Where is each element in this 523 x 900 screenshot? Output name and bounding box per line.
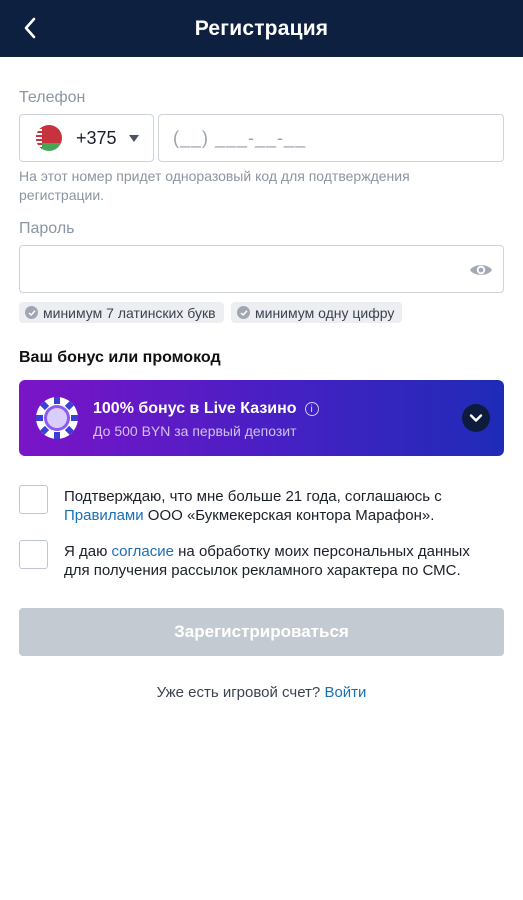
consent-link[interactable]: согласие xyxy=(112,543,174,560)
bonus-title-text: 100% бонус в Live Казино xyxy=(93,400,297,417)
show-password-button[interactable] xyxy=(469,258,493,282)
consent-text-part: Я даю xyxy=(64,543,112,560)
bonus-section-title: Ваш бонус или промокод xyxy=(19,349,221,366)
register-button[interactable]: Зарегистрироваться xyxy=(19,608,504,656)
age-rules-consent-text: Подтверждаю, что мне больше 21 года, сог… xyxy=(64,487,494,525)
back-button[interactable] xyxy=(14,12,46,44)
app-header: Регистрация xyxy=(0,0,523,57)
check-circle-icon xyxy=(237,306,250,319)
bonus-selector[interactable]: 100% бонус в Live Казино i До 500 BYN за… xyxy=(19,380,504,456)
login-prompt: Уже есть игровой счет? Войти xyxy=(0,684,523,701)
eye-icon xyxy=(470,265,492,275)
password-label: Пароль xyxy=(19,220,75,237)
country-code-select[interactable]: +375 xyxy=(19,114,154,162)
sms-consent-text: Я даю согласие на обработку моих персона… xyxy=(64,542,494,580)
page-title: Регистрация xyxy=(194,16,329,40)
password-rule-chip: минимум одну цифру xyxy=(231,302,403,323)
password-rule-chip: минимум 7 латинских букв xyxy=(19,302,224,323)
login-link[interactable]: Войти xyxy=(324,684,366,701)
country-code-value: +375 xyxy=(76,127,117,148)
casino-chip-icon xyxy=(36,397,78,439)
password-input[interactable] xyxy=(20,246,503,292)
age-rules-checkbox[interactable] xyxy=(19,485,48,514)
password-rule-text: минимум 7 латинских букв xyxy=(43,304,216,321)
chevron-left-icon xyxy=(24,17,36,39)
consent-text-part: Подтверждаю, что мне больше 21 года, сог… xyxy=(64,488,442,505)
password-field-container xyxy=(19,245,504,293)
consent-text-part: ООО «Букмекерская контора Марафон». xyxy=(143,507,435,524)
check-circle-icon xyxy=(25,306,38,319)
rules-link[interactable]: Правилами xyxy=(64,507,144,524)
phone-input[interactable] xyxy=(158,114,504,162)
belarus-flag-icon xyxy=(36,125,62,151)
login-prompt-text: Уже есть игровой счет? xyxy=(156,684,325,701)
password-rule-text: минимум одну цифру xyxy=(255,304,395,321)
chevron-down-icon xyxy=(469,414,483,422)
caret-down-icon xyxy=(128,134,139,142)
info-icon[interactable]: i xyxy=(304,402,319,416)
phone-hint: На этот номер придет одноразовый код для… xyxy=(19,168,410,203)
bonus-title: 100% бонус в Live Казино i xyxy=(93,400,319,418)
phone-label: Телефон xyxy=(19,89,86,106)
sms-consent-checkbox[interactable] xyxy=(19,540,48,569)
bonus-subtitle: До 500 BYN за первый депозит xyxy=(93,423,297,439)
expand-bonus-button[interactable] xyxy=(462,404,490,432)
